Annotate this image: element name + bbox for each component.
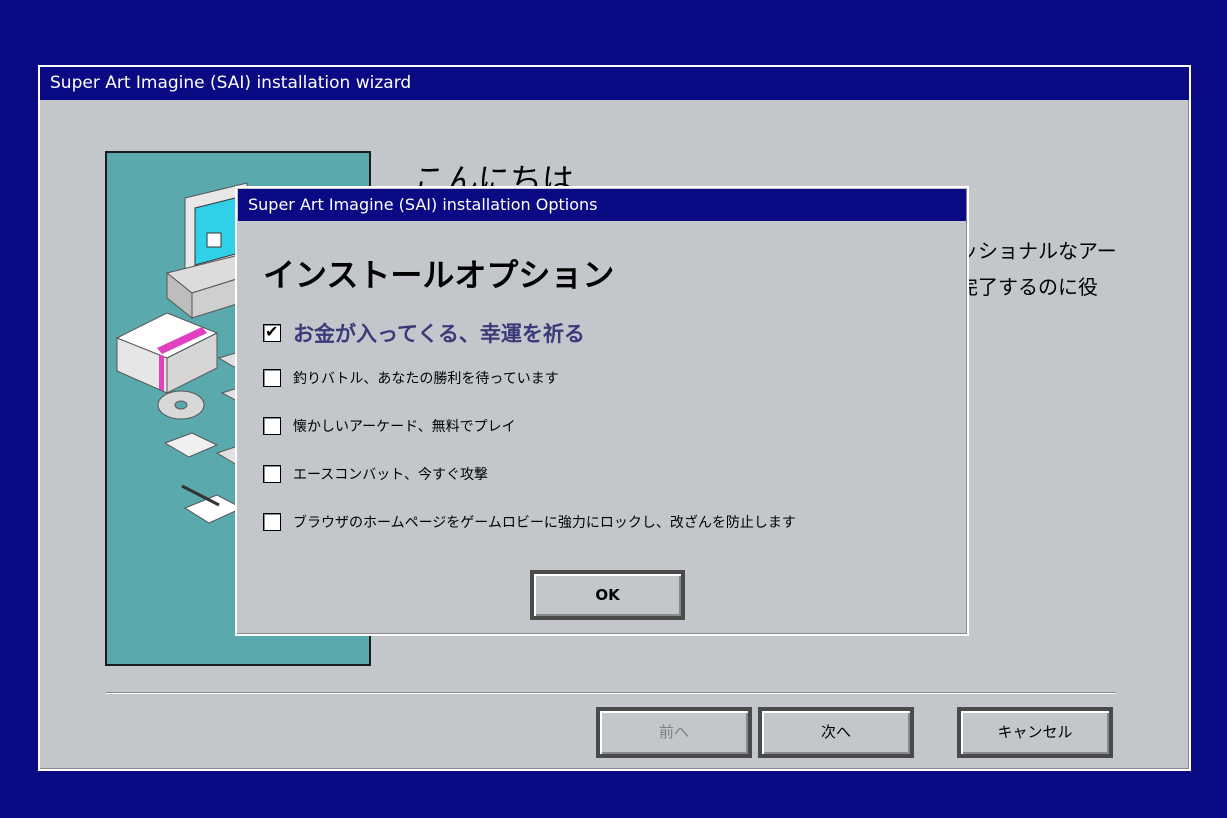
option-checkbox-fishing-battle[interactable] <box>263 369 281 387</box>
option-checkbox-homepage-lock[interactable] <box>263 513 281 531</box>
option-row-fishing-battle[interactable]: 釣りバトル、あなたの勝利を待っています <box>263 368 559 388</box>
option-row-ace-combat[interactable]: エースコンバット、今すぐ攻撃 <box>263 464 488 484</box>
options-title-bar[interactable]: Super Art Imagine (SAI) installation Opt… <box>238 189 966 221</box>
option-row-lucky-money[interactable]: お金が入ってくる、幸運を祈る <box>263 318 585 348</box>
next-button[interactable]: 次へ <box>758 707 914 758</box>
option-checkbox-lucky-money[interactable] <box>263 322 281 342</box>
option-row-homepage-lock[interactable]: ブラウザのホームページをゲームロビーに強力にロックし、改ざんを防止します <box>263 512 796 532</box>
installation-options-dialog: Super Art Imagine (SAI) installation Opt… <box>235 186 969 636</box>
back-button[interactable]: 前へ <box>596 707 752 758</box>
wizard-body-line1: ッショナルなアー <box>958 239 1117 263</box>
option-label: 釣りバトル、あなたの勝利を待っています <box>293 371 559 387</box>
ok-button[interactable]: OK <box>530 570 685 620</box>
option-label: ブラウザのホームページをゲームロビーに強力にロックし、改ざんを防止します <box>293 515 796 531</box>
button-separator <box>106 692 1116 694</box>
wizard-body-line2: 完了するのに役 <box>958 275 1098 299</box>
cancel-button[interactable]: キャンセル <box>957 707 1113 758</box>
options-heading: インストールオプション <box>263 256 615 294</box>
option-label: エースコンバット、今すぐ攻撃 <box>293 467 489 483</box>
option-checkbox-ace-combat[interactable] <box>263 465 281 483</box>
option-label: 懐かしいアーケード、無料でプレイ <box>293 419 516 435</box>
option-checkbox-retro-arcade[interactable] <box>263 417 281 435</box>
option-label: お金が入ってくる、幸運を祈る <box>293 322 585 346</box>
wizard-title-bar[interactable]: Super Art Imagine (SAI) installation wiz… <box>40 67 1189 100</box>
option-row-retro-arcade[interactable]: 懐かしいアーケード、無料でプレイ <box>263 416 516 436</box>
